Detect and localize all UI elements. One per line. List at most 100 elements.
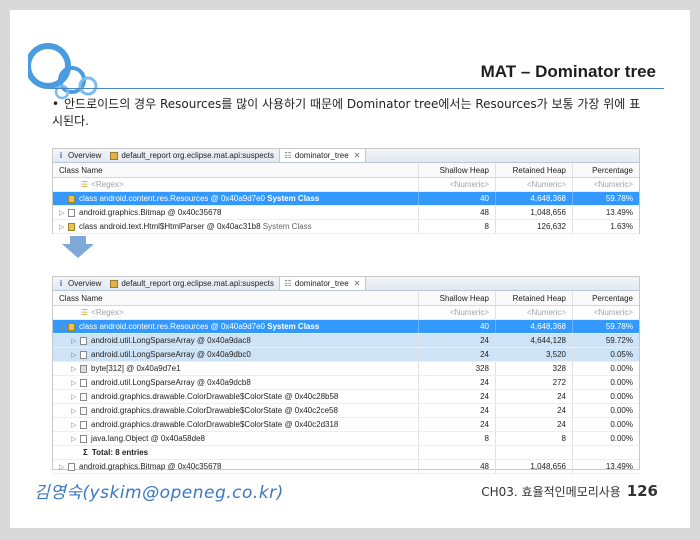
row-retained: 3,520 [495, 348, 572, 361]
table-row[interactable]: ▷ android.util.LongSparseArray @ 0x40a9d… [53, 334, 639, 348]
tab-default-report[interactable]: default_report org.eclipse.mat.api:suspe… [106, 149, 279, 162]
expand-icon[interactable]: ▷ [71, 435, 80, 443]
row-percentage: 0.00% [572, 362, 639, 375]
description-text: 안드로이드의 경우 Resources를 많이 사용하기 때문에 Dominat… [52, 97, 641, 128]
expand-icon[interactable]: ▷ [71, 365, 80, 373]
column-class-name[interactable]: Class Name [53, 166, 418, 175]
regex-filter-text: <Regex> [91, 308, 124, 317]
tab-overview-label: Overview [68, 279, 102, 288]
table-row[interactable]: ▷ android.graphics.Bitmap @ 0x40c35678 4… [53, 460, 639, 474]
row-shallow: 40 [418, 192, 495, 205]
column-percentage[interactable]: Percentage [572, 163, 639, 177]
expand-icon[interactable]: ▷ [59, 195, 68, 203]
table-row[interactable]: ▷ android.graphics.drawable.ColorDrawabl… [53, 390, 639, 404]
tab-dominator-tree-label: dominator_tree [294, 279, 349, 288]
array-icon [80, 364, 87, 373]
expand-icon[interactable]: ▷ [71, 379, 80, 387]
row-name: android.util.LongSparseArray @ 0x40a9dbc… [91, 350, 251, 359]
tab-overview[interactable]: i Overview [53, 149, 106, 162]
row-shallow: 8 [418, 220, 495, 233]
tab-overview[interactable]: i Overview [53, 277, 106, 290]
column-shallow-heap[interactable]: Shallow Heap [418, 291, 495, 305]
row-name: android.util.LongSparseArray @ 0x40a9dcb… [91, 378, 251, 387]
table-row[interactable]: ▷ byte[312] @ 0x40a9d7e1 328 328 0.00% [53, 362, 639, 376]
shallow-filter[interactable]: <Numeric> [418, 178, 495, 191]
expand-icon[interactable]: ▷ [71, 421, 80, 429]
table-row[interactable]: ▷ android.graphics.drawable.ColorDrawabl… [53, 418, 639, 432]
page-title: MAT – Dominator tree [480, 62, 656, 81]
table-row[interactable]: ▷ class android.text.Html$HtmlParser @ 0… [53, 220, 639, 234]
class-icon [68, 194, 75, 203]
row-percentage: 0.00% [572, 376, 639, 389]
object-icon [68, 208, 75, 217]
column-class-name[interactable]: Class Name [53, 294, 418, 303]
row-shallow: 48 [418, 206, 495, 219]
class-icon [68, 322, 75, 331]
row-retained: 4,648,368 [495, 192, 572, 205]
tab-default-report[interactable]: default_report org.eclipse.mat.api:suspe… [106, 277, 279, 290]
close-icon[interactable]: ✕ [354, 151, 361, 160]
report-icon [110, 279, 119, 288]
row-retained: 328 [495, 362, 572, 375]
row-percentage: 0.00% [572, 432, 639, 445]
table-row[interactable]: ▷ android.graphics.drawable.ColorDrawabl… [53, 404, 639, 418]
table-row[interactable]: ◢ class android.content.res.Resources @ … [53, 320, 639, 334]
table-row[interactable]: ▷ class android.content.res.Resources @ … [53, 192, 639, 206]
row-retained: 8 [495, 432, 572, 445]
row-shallow: 24 [418, 348, 495, 361]
filter-icon: ☰ [81, 180, 89, 189]
row-retained: 4,644,128 [495, 334, 572, 347]
object-icon [80, 378, 87, 387]
total-label: Total: 8 entries [91, 448, 149, 457]
expand-icon[interactable]: ▷ [59, 463, 68, 471]
table-row[interactable]: ▷ java.lang.Object @ 0x40a58de8 8 8 0.00… [53, 432, 639, 446]
column-shallow-heap[interactable]: Shallow Heap [418, 163, 495, 177]
expand-icon[interactable]: ▷ [71, 393, 80, 401]
retained-filter[interactable]: <Numeric> [495, 306, 572, 319]
object-icon [80, 434, 87, 443]
table-header: Class Name Shallow Heap Retained Heap Pe… [53, 291, 639, 306]
page-number: 126 [626, 482, 658, 500]
row-percentage: 13.49% [572, 206, 639, 219]
tab-dominator-tree[interactable]: ☷ dominator_tree ✕ [278, 149, 367, 162]
row-shallow: 8 [418, 432, 495, 445]
row-name: android.graphics.Bitmap @ 0x40c35678 [79, 462, 222, 471]
table-row[interactable]: ▷ android.util.LongSparseArray @ 0x40a9d… [53, 348, 639, 362]
expand-icon[interactable]: ▷ [71, 351, 80, 359]
tab-dominator-tree-label: dominator_tree [294, 151, 349, 160]
shallow-filter[interactable]: <Numeric> [418, 306, 495, 319]
table-row[interactable]: ▷ android.util.LongSparseArray @ 0x40a9d… [53, 376, 639, 390]
collapse-icon[interactable]: ◢ [59, 323, 68, 331]
column-retained-heap[interactable]: Retained Heap [495, 163, 572, 177]
regex-filter[interactable]: ☰ <Regex> [53, 308, 418, 317]
row-retained: 24 [495, 390, 572, 403]
expand-icon[interactable]: ▷ [71, 407, 80, 415]
row-percentage: 0.05% [572, 348, 639, 361]
tree-icon: ☷ [284, 150, 292, 160]
regex-filter[interactable]: ☰ <Regex> [53, 180, 418, 189]
tab-default-report-label: default_report org.eclipse.mat.api:suspe… [121, 151, 274, 160]
row-percentage: 59.78% [572, 320, 639, 333]
table-row[interactable]: ▷ android.graphics.Bitmap @ 0x40c35678 4… [53, 206, 639, 220]
percentage-filter[interactable]: <Numeric> [572, 178, 639, 191]
row-retained: 126,632 [495, 220, 572, 233]
row-shallow: 24 [418, 404, 495, 417]
row-suffix: System Class [262, 222, 312, 231]
row-name: java.lang.Object @ 0x40a58de8 [91, 434, 205, 443]
percentage-filter[interactable]: <Numeric> [572, 306, 639, 319]
expand-icon[interactable]: ▷ [71, 337, 80, 345]
column-retained-heap[interactable]: Retained Heap [495, 291, 572, 305]
row-shallow: 24 [418, 376, 495, 389]
results-table: Class Name Shallow Heap Retained Heap Pe… [53, 291, 639, 474]
row-name: class android.text.Html$HtmlParser @ 0x4… [79, 222, 261, 231]
column-percentage[interactable]: Percentage [572, 291, 639, 305]
sum-icon: Σ [83, 448, 88, 457]
tab-dominator-tree[interactable]: ☷ dominator_tree ✕ [278, 277, 367, 290]
footer-chapter: CH03. 효율적인메모리사용 [481, 485, 621, 499]
editor-tabs: i Overview default_report org.eclipse.ma… [53, 277, 639, 291]
expand-icon[interactable]: ▷ [59, 209, 68, 217]
close-icon[interactable]: ✕ [354, 279, 361, 288]
row-name: android.graphics.drawable.ColorDrawable$… [91, 392, 339, 401]
retained-filter[interactable]: <Numeric> [495, 178, 572, 191]
expand-icon[interactable]: ▷ [59, 223, 68, 231]
